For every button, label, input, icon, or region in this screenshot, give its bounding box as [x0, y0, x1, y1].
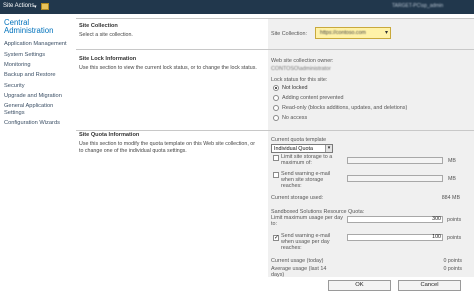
option-not-locked: Not locked: [282, 85, 308, 91]
chevron-down-icon[interactable]: ▾: [325, 145, 332, 152]
nav-item-configuration-wizards[interactable]: Configuration Wizards: [4, 120, 60, 127]
nav-item-general-application-settings[interactable]: General Application Settings: [4, 103, 66, 116]
ok-button[interactable]: OK: [328, 280, 391, 291]
usage-average-value: 0 points: [443, 266, 462, 272]
current-storage-value: 884 MB: [441, 195, 460, 201]
sandbox-warn-label: Send warning e-mail when usage per day r…: [281, 233, 331, 251]
folder-icon[interactable]: [41, 3, 49, 10]
current-storage-label: Current storage used:: [271, 195, 324, 201]
radio-not-locked[interactable]: [273, 85, 279, 91]
quota-template-value: Individual Quota: [274, 146, 313, 152]
site-lock-title: Site Lock Information: [79, 56, 137, 62]
site-actions-menu[interactable]: Site Actions: [3, 3, 34, 9]
option-read-only: Read-only (blocks additions, updates, an…: [282, 105, 408, 111]
limit-storage-input[interactable]: [347, 157, 443, 164]
sandbox-warn-checkbox[interactable]: ✓: [273, 235, 279, 241]
option-no-access: No access: [282, 115, 308, 121]
quota-template-select[interactable]: Individual Quota ▾: [271, 144, 333, 153]
limit-storage-checkbox[interactable]: [273, 155, 279, 161]
nav-item-monitoring[interactable]: Monitoring: [4, 62, 31, 69]
radio-adding-content-prevented[interactable]: [273, 95, 279, 101]
lock-status-label: Lock status for this site:: [271, 77, 328, 83]
left-navigation: Central Administration Application Manag…: [0, 14, 73, 293]
sandbox-limit-input[interactable]: 300: [347, 216, 443, 223]
site-quota-info: Site Quota Information Use this section …: [79, 132, 263, 154]
quota-template-label: Current quota template: [271, 137, 327, 143]
site-collection-label: Site Collection:: [271, 31, 307, 37]
warn-storage-unit: MB: [448, 176, 456, 182]
nav-item-upgrade-and-migration[interactable]: Upgrade and Migration: [4, 93, 62, 100]
site-lock-info: Site Lock Information Use this section t…: [79, 56, 263, 72]
site-lock-desc: Use this section to view the current loc…: [79, 65, 257, 71]
sandbox-warn-input[interactable]: 100: [347, 234, 443, 241]
radio-no-access[interactable]: [273, 115, 279, 121]
limit-storage-unit: MB: [448, 158, 456, 164]
sandbox-limit-unit: points: [447, 217, 462, 223]
footer-bar: OK Cancel: [0, 277, 474, 293]
sandbox-limit-label: Limit maximum usage per day to:: [271, 215, 343, 227]
top-bar: Site Actions ▾ TARGET-PC\sp_admin: [0, 0, 474, 14]
cancel-button[interactable]: Cancel: [398, 280, 461, 291]
site-quota-desc: Use this section to modify the quota tem…: [79, 141, 255, 154]
owner-value: CONTOSO\administrator: [271, 66, 331, 72]
site-quota-title: Site Quota Information: [79, 132, 140, 138]
chevron-down-icon[interactable]: ▾: [385, 29, 388, 36]
nav-heading-central-administration[interactable]: Central Administration: [4, 18, 70, 36]
site-collection-info: Site Collection Select a site collection…: [79, 23, 263, 39]
warn-storage-label: Send warning e-mail when site storage re…: [281, 171, 331, 189]
nav-item-security[interactable]: Security: [4, 83, 25, 90]
radio-read-only[interactable]: [273, 105, 279, 111]
chevron-down-icon[interactable]: ▾: [34, 4, 37, 10]
nav-item-backup-and-restore[interactable]: Backup and Restore: [4, 72, 56, 79]
site-collection-panel: Site Collection: https://contoso.com ▾: [268, 19, 474, 49]
site-collection-title: Site Collection: [79, 23, 118, 29]
owner-label: Web site collection owner:: [271, 58, 334, 64]
usage-today-value: 0 points: [443, 258, 462, 264]
usage-today-label: Current usage (today): [271, 258, 324, 264]
nav-item-application-management[interactable]: Application Management: [4, 41, 67, 48]
user-menu[interactable]: TARGET-PC\sp_admin: [392, 3, 443, 9]
warn-storage-input[interactable]: [347, 175, 443, 182]
warn-storage-checkbox[interactable]: [273, 172, 279, 178]
site-quota-panel: Current quota template Individual Quota …: [268, 131, 474, 287]
main-content: Site Collection Select a site collection…: [73, 18, 474, 293]
limit-storage-label: Limit site storage to a maximum of:: [281, 154, 333, 166]
site-collection-picker[interactable]: https://contoso.com ▾: [315, 27, 391, 39]
option-adding-content-prevented: Adding content prevented: [282, 95, 344, 101]
nav-item-system-settings[interactable]: System Settings: [4, 52, 45, 59]
site-collection-desc: Select a site collection.: [79, 32, 133, 38]
site-collection-url: https://contoso.com: [320, 30, 366, 36]
site-lock-panel: Web site collection owner: CONTOSO\admin…: [268, 50, 474, 130]
sandbox-warn-unit: points: [447, 235, 462, 241]
